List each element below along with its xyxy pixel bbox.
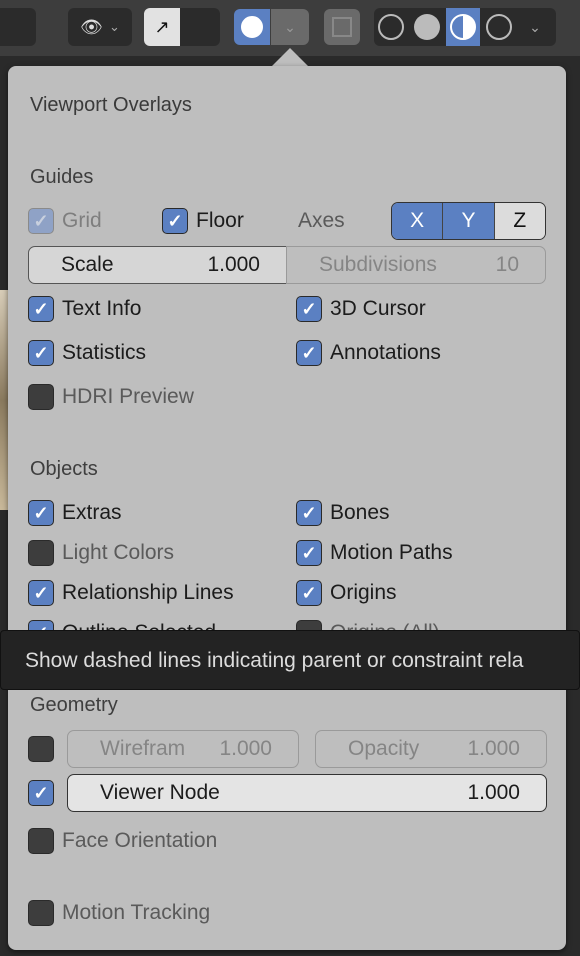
annotations-checkbox[interactable]: ✓ [296, 340, 322, 366]
viewer-node-opacity-field[interactable]: Viewer Node 1.000 [67, 774, 547, 812]
hdri-preview-checkbox[interactable] [28, 384, 54, 410]
annotations-label: Annotations [330, 341, 441, 364]
axis-y-toggle[interactable]: Y [443, 203, 495, 239]
wireframe-shading-icon [378, 14, 404, 40]
origins-label: Origins [330, 581, 397, 604]
hdri-preview-label: HDRI Preview [62, 385, 194, 408]
wireframe-threshold-field[interactable]: Wirefram 1.000 [67, 730, 299, 768]
3d-cursor-label: 3D Cursor [330, 297, 426, 320]
grid-scale-field[interactable]: Scale 1.000 [28, 246, 287, 284]
gizmo-icon: ↗ [144, 8, 180, 46]
opacity-label: Opacity [348, 737, 420, 760]
check-icon: ✓ [301, 342, 317, 363]
wireframe-shading-button[interactable] [374, 9, 408, 45]
check-icon: ✓ [301, 582, 317, 603]
opacity-value: 1.000 [467, 737, 520, 760]
axis-z-toggle[interactable]: Z [494, 203, 545, 239]
relationship-lines-checkbox[interactable]: ✓ [28, 580, 54, 606]
statistics-checkbox[interactable]: ✓ [28, 340, 54, 366]
guides-header: Guides [30, 166, 94, 188]
material-preview-icon [450, 14, 476, 40]
grid-checkbox[interactable]: ✓ [28, 208, 54, 234]
axes-label: Axes [298, 209, 345, 232]
text-info-checkbox[interactable]: ✓ [28, 296, 54, 322]
floor-label: Floor [196, 209, 244, 232]
motion-tracking-label: Motion Tracking [62, 901, 211, 924]
popover-arrow [272, 48, 308, 66]
popover-title: Viewport Overlays [30, 94, 192, 116]
check-icon: ✓ [301, 502, 317, 523]
wireframe-value: 1.000 [219, 737, 272, 760]
3d-cursor-checkbox[interactable]: ✓ [296, 296, 322, 322]
axes-toggle-group: X Y Z [391, 202, 546, 240]
check-icon: ✓ [33, 342, 49, 363]
subdivisions-label: Subdivisions [319, 253, 437, 276]
chevron-down-icon: ⌄ [284, 18, 296, 35]
motion-paths-label: Motion Paths [330, 541, 453, 564]
wireframe-checkbox[interactable] [28, 736, 54, 762]
light-colors-label: Light Colors [62, 541, 175, 564]
overlays-dropdown[interactable]: ⌄ [271, 9, 309, 45]
viewer-node-checkbox[interactable]: ✓ [28, 780, 54, 806]
objects-header: Objects [30, 458, 98, 480]
wireframe-opacity-field[interactable]: Opacity 1.000 [315, 730, 547, 768]
solid-shading-icon [414, 14, 440, 40]
eye-cursor-icon: 👁 [80, 16, 103, 37]
check-icon: ✓ [33, 782, 49, 803]
check-icon: ✓ [33, 582, 49, 603]
motion-tracking-checkbox[interactable] [28, 900, 54, 926]
scale-label: Scale [61, 253, 114, 276]
chevron-down-icon: ⌄ [529, 18, 541, 35]
shading-dropdown[interactable]: ⌄ [518, 9, 552, 45]
face-orientation-label: Face Orientation [62, 829, 218, 852]
motion-paths-checkbox[interactable]: ✓ [296, 540, 322, 566]
grid-subdivisions-field[interactable]: Subdivisions 10 [286, 246, 546, 284]
check-icon: ✓ [167, 210, 183, 231]
chevron-down-icon: ⌄ [108, 19, 120, 34]
relationship-lines-label: Relationship Lines [62, 581, 234, 604]
check-icon: ✓ [33, 210, 49, 231]
text-info-label: Text Info [62, 297, 142, 320]
light-colors-checkbox[interactable] [28, 540, 54, 566]
xray-icon [332, 17, 352, 37]
scale-value: 1.000 [207, 253, 260, 276]
statistics-label: Statistics [62, 341, 147, 364]
wireframe-label: Wirefram [100, 737, 186, 760]
selectability-visibility-dropdown[interactable]: 👁 ⌄ [68, 8, 132, 46]
material-preview-button[interactable] [446, 8, 480, 46]
bones-checkbox[interactable]: ✓ [296, 500, 322, 526]
subdivisions-value: 10 [495, 253, 519, 276]
extras-checkbox[interactable]: ✓ [28, 500, 54, 526]
extras-label: Extras [62, 501, 122, 524]
viewer-node-value: 1.000 [467, 781, 520, 804]
viewer-node-label: Viewer Node [100, 781, 220, 804]
bones-label: Bones [330, 501, 390, 524]
grid-label: Grid [62, 209, 102, 232]
check-icon: ✓ [33, 298, 49, 319]
face-orientation-checkbox[interactable] [28, 828, 54, 854]
tooltip: Show dashed lines indicating parent or c… [0, 630, 580, 690]
origins-checkbox[interactable]: ✓ [296, 580, 322, 606]
overlays-toggle[interactable] [234, 9, 270, 45]
shading-mode-group: ⌄ [374, 8, 556, 46]
solid-shading-button[interactable] [410, 9, 444, 45]
axis-x-toggle[interactable]: X [392, 203, 444, 239]
rendered-shading-icon [486, 14, 512, 40]
mode-button[interactable] [0, 8, 36, 46]
check-icon: ✓ [301, 542, 317, 563]
xray-toggle[interactable] [324, 9, 360, 45]
check-icon: ✓ [301, 298, 317, 319]
check-icon: ✓ [33, 502, 49, 523]
overlays-icon [241, 16, 263, 38]
gizmo-toggle[interactable]: ↗ [144, 8, 220, 46]
geometry-header: Geometry [30, 694, 118, 716]
rendered-shading-button[interactable] [482, 9, 516, 45]
floor-checkbox[interactable]: ✓ [162, 208, 188, 234]
